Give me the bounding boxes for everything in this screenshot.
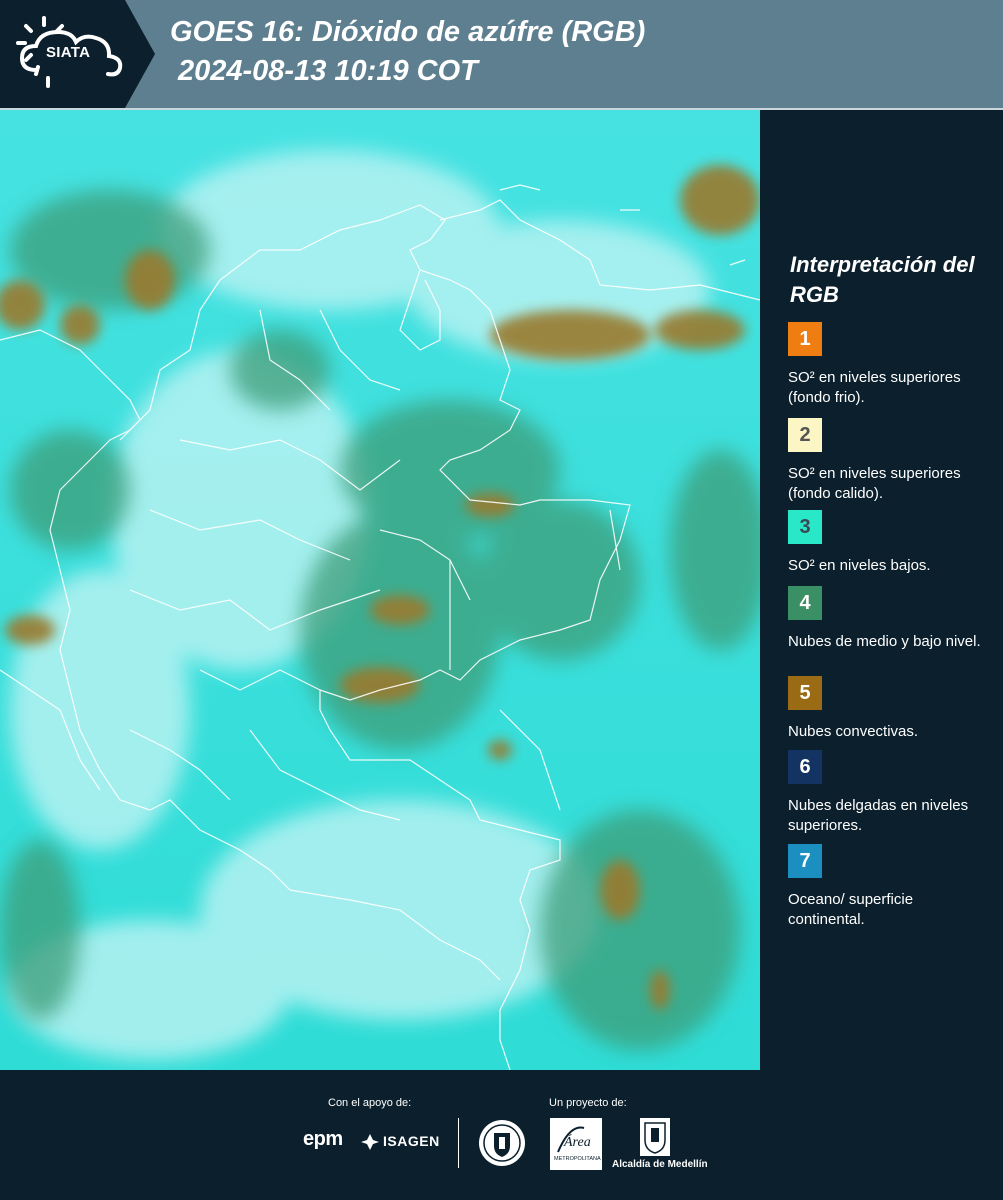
- alcaldia-shield-icon: [640, 1118, 670, 1156]
- medellin-seal-icon: [479, 1120, 525, 1166]
- legend-item-4: 4 Nubes de medio y bajo nivel.: [788, 586, 993, 652]
- satellite-map: [0, 110, 760, 1070]
- legend-swatch-4: 4: [788, 586, 822, 620]
- legend-swatch-6: 6: [788, 750, 822, 784]
- timestamp-title: 2024-08-13 10:19 COT: [178, 55, 478, 87]
- legend-label-2: SO² en niveles superiores (fondo calido)…: [788, 465, 961, 502]
- legend-item-1: 1 SO² en niveles superiores (fondo frio)…: [788, 322, 993, 408]
- area-metropolitana-logo: Área METROPOLITANA: [550, 1118, 602, 1170]
- isagen-logo: ISAGEN: [383, 1133, 440, 1149]
- area-logo-subtext: METROPOLITANA: [554, 1156, 601, 1162]
- legend-item-7: 7 Oceano/ superficie continental.: [788, 844, 993, 930]
- legend-item-2: 2 SO² en niveles superiores (fondo calid…: [788, 418, 993, 504]
- page-title: GOES 16: Dióxido de azúfre (RGB): [170, 16, 646, 48]
- legend-swatch-7: 7: [788, 844, 822, 878]
- legend-label-4: Nubes de medio y bajo nivel.: [788, 633, 981, 650]
- legend-panel: Interpretación del RGB 1 SO² en niveles …: [760, 110, 1003, 1070]
- legend-swatch-2: 2: [788, 418, 822, 452]
- legend-title: Interpretación del RGB: [790, 252, 975, 307]
- legend-swatch-5: 5: [788, 676, 822, 710]
- legend-item-5: 5 Nubes convectivas.: [788, 676, 993, 742]
- legend-label-3: SO² en niveles bajos.: [788, 557, 931, 574]
- legend-label-1: SO² en niveles superiores (fondo frio).: [788, 369, 961, 406]
- epm-logo: epm: [303, 1128, 343, 1150]
- alcaldia-label: Alcaldía de Medellín: [612, 1159, 708, 1170]
- legend-label-6: Nubes delgadas en niveles superiores.: [788, 797, 969, 834]
- legend-label-7: Oceano/ superficie continental.: [788, 891, 914, 928]
- siata-logo-text: SIATA: [46, 44, 91, 61]
- area-logo-text: Área: [563, 1133, 591, 1150]
- legend-swatch-3: 3: [788, 510, 822, 544]
- legend-swatch-1: 1: [788, 322, 822, 356]
- support-label: Con el apoyo de:: [328, 1097, 412, 1109]
- legend-label-5: Nubes convectivas.: [788, 723, 919, 740]
- legend-item-6: 6 Nubes delgadas en niveles superiores.: [788, 750, 993, 836]
- rgb-composite-image: [0, 110, 760, 1070]
- footer: Con el apoyo de: Un proyecto de: epm ISA…: [0, 1070, 1003, 1200]
- isagen-icon: [361, 1134, 379, 1150]
- project-label: Un proyecto de:: [549, 1097, 627, 1109]
- footer-divider: [458, 1118, 459, 1168]
- header-bar: SIATA GOES 16: Dióxido de azúfre (RGB) 2…: [0, 0, 1003, 110]
- siata-logo: SIATA: [0, 0, 155, 108]
- legend-item-3: 3 SO² en niveles bajos.: [788, 510, 993, 576]
